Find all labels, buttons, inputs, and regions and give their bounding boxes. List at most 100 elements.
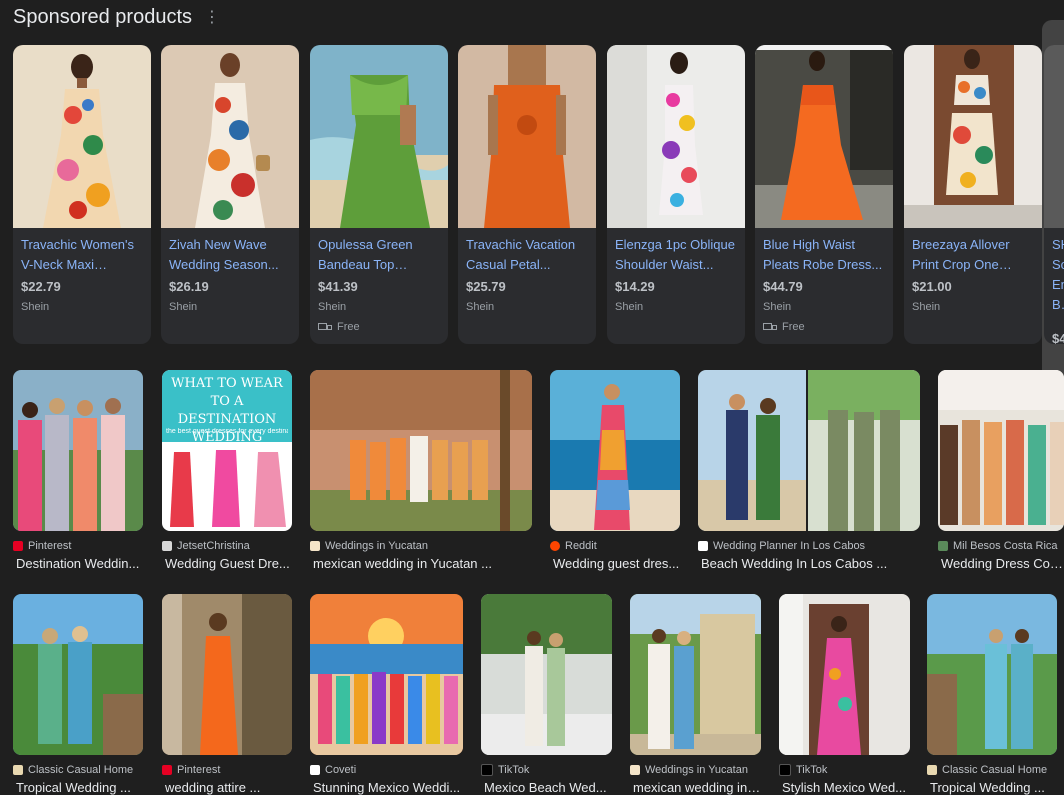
product-card[interactable]: Blue High Waist Pleats Robe Dress... $44… bbox=[755, 45, 893, 344]
result-caption[interactable]: Tropical Wedding ... bbox=[930, 780, 1057, 795]
truck-icon bbox=[763, 322, 777, 332]
product-title[interactable]: Opulessa Green Bandeau Top Fishtai... bbox=[318, 235, 444, 275]
site-icon bbox=[162, 541, 172, 551]
product-title[interactable]: SH So Em Ba Dre bbox=[1052, 235, 1064, 315]
product-title[interactable]: Elenzga 1pc Oblique Shoulder Waist... bbox=[615, 235, 741, 275]
shipping-label: Free bbox=[782, 321, 805, 333]
result-source[interactable]: Wedding Planner In Los Cabos bbox=[698, 540, 865, 552]
result-caption[interactable]: mexican wedding in Yucatan ... bbox=[313, 556, 532, 571]
result-image[interactable] bbox=[162, 594, 292, 755]
product-store: Shein bbox=[466, 301, 495, 313]
source-name: Weddings in Yucatan bbox=[325, 540, 428, 552]
product-price: $22.79 bbox=[21, 279, 61, 294]
product-image[interactable] bbox=[310, 45, 448, 228]
product-price: $25.79 bbox=[466, 279, 506, 294]
result-image[interactable] bbox=[698, 370, 920, 531]
product-price: $14.29 bbox=[615, 279, 655, 294]
kebab-menu-icon[interactable]: ⋮ bbox=[204, 9, 220, 26]
result-source[interactable]: TikTok bbox=[481, 764, 529, 776]
result-image[interactable] bbox=[938, 370, 1064, 531]
result-image[interactable] bbox=[927, 594, 1057, 755]
reddit-icon bbox=[550, 541, 560, 551]
result-source[interactable]: Reddit bbox=[550, 540, 597, 552]
tiktok-icon bbox=[779, 764, 791, 776]
product-price: $4 bbox=[1052, 331, 1064, 344]
tiktok-icon bbox=[481, 764, 493, 776]
product-card[interactable]: Breezaya Allover Print Crop One Shoulder… bbox=[904, 45, 1042, 344]
section-title: Sponsored products bbox=[13, 6, 193, 28]
site-icon bbox=[938, 541, 948, 551]
result-caption[interactable]: Tropical Wedding ... bbox=[16, 780, 143, 795]
source-name: Coveti bbox=[325, 764, 357, 776]
result-caption[interactable]: Wedding guest dres... bbox=[553, 556, 680, 571]
product-image[interactable] bbox=[1044, 45, 1064, 228]
pinterest-icon bbox=[13, 541, 23, 551]
result-image[interactable]: WHAT TO WEAR TO A DESTINATION WEDDING th… bbox=[162, 370, 292, 531]
product-card[interactable]: Elenzga 1pc Oblique Shoulder Waist... $1… bbox=[607, 45, 745, 344]
result-caption[interactable]: Mexico Beach Wed... bbox=[484, 780, 612, 795]
product-image[interactable] bbox=[13, 45, 151, 228]
product-price: $44.79 bbox=[763, 279, 803, 294]
product-price: $26.19 bbox=[169, 279, 209, 294]
site-icon bbox=[310, 765, 320, 775]
result-source[interactable]: Classic Casual Home bbox=[927, 764, 1047, 776]
result-image[interactable] bbox=[630, 594, 761, 755]
source-name: Pinterest bbox=[28, 540, 72, 552]
result-source[interactable]: Pinterest bbox=[162, 764, 220, 776]
result-source[interactable]: TikTok bbox=[779, 764, 827, 776]
source-name: Classic Casual Home bbox=[28, 764, 134, 776]
site-icon bbox=[698, 541, 708, 551]
product-card[interactable]: Zivah New Wave Wedding Season... $26.19 … bbox=[161, 45, 299, 344]
source-name: JetsetChristina bbox=[177, 540, 250, 552]
result-image[interactable] bbox=[310, 370, 532, 531]
section-header: Sponsored products ⋮ bbox=[13, 6, 220, 29]
shipping-label: Free bbox=[337, 321, 360, 333]
product-title[interactable]: Blue High Waist Pleats Robe Dress... bbox=[763, 235, 889, 275]
product-title[interactable]: Zivah New Wave Wedding Season... bbox=[169, 235, 295, 275]
result-image[interactable] bbox=[310, 594, 463, 755]
product-image[interactable] bbox=[904, 45, 1042, 228]
result-source[interactable]: Weddings in Yucatan bbox=[630, 764, 748, 776]
product-title[interactable]: Breezaya Allover Print Crop One Shoulder… bbox=[912, 235, 1038, 275]
site-icon bbox=[927, 765, 937, 775]
product-image[interactable] bbox=[755, 45, 893, 228]
result-caption[interactable]: Stunning Mexico Weddi... bbox=[313, 780, 463, 795]
result-image[interactable] bbox=[13, 370, 143, 531]
source-name: Classic Casual Home bbox=[942, 764, 1048, 776]
product-price: $41.39 bbox=[318, 279, 358, 294]
site-icon bbox=[13, 765, 23, 775]
result-source[interactable]: Classic Casual Home bbox=[13, 764, 133, 776]
result-caption[interactable]: Stylish Mexico Wed... bbox=[782, 780, 910, 795]
result-image[interactable] bbox=[550, 370, 680, 531]
product-title[interactable]: Travachic Vacation Casual Petal... bbox=[466, 235, 592, 275]
product-card[interactable]: Travachic Vacation Casual Petal... $25.7… bbox=[458, 45, 596, 344]
result-source[interactable]: Pinterest bbox=[13, 540, 71, 552]
product-store: Shein bbox=[169, 301, 198, 313]
product-image[interactable] bbox=[458, 45, 596, 228]
result-caption[interactable]: Wedding Dress Code bbox=[941, 556, 1064, 571]
source-name: Weddings in Yucatan bbox=[645, 764, 748, 776]
product-card[interactable]: Travachic Women's V-Neck Maxi Woven... $… bbox=[13, 45, 151, 344]
product-image[interactable] bbox=[607, 45, 745, 228]
result-caption[interactable]: Beach Wedding In Los Cabos ... bbox=[701, 556, 920, 571]
overlay-title: WHAT TO WEAR TO A DESTINATION WEDDING bbox=[171, 376, 283, 445]
result-image[interactable] bbox=[481, 594, 612, 755]
result-image[interactable] bbox=[13, 594, 143, 755]
result-source[interactable]: Mil Besos Costa Rica bbox=[938, 540, 1058, 552]
truck-icon bbox=[318, 322, 332, 332]
product-image[interactable] bbox=[161, 45, 299, 228]
result-caption[interactable]: Wedding Guest Dre... bbox=[165, 556, 292, 571]
result-source[interactable]: Weddings in Yucatan bbox=[310, 540, 428, 552]
result-image[interactable] bbox=[779, 594, 910, 755]
product-card-partial[interactable]: SH So Em Ba Dre $4 bbox=[1044, 45, 1064, 344]
product-store: Shein bbox=[318, 301, 347, 313]
result-source[interactable]: Coveti bbox=[310, 764, 356, 776]
result-source[interactable]: JetsetChristina bbox=[162, 540, 250, 552]
result-caption[interactable]: mexican wedding in ... bbox=[633, 780, 761, 795]
result-caption[interactable]: wedding attire ... bbox=[165, 780, 292, 795]
site-icon bbox=[630, 765, 640, 775]
sponsored-products-carousel: Travachic Women's V-Neck Maxi Woven... $… bbox=[13, 45, 1064, 345]
product-title[interactable]: Travachic Women's V-Neck Maxi Woven... bbox=[21, 235, 147, 275]
product-card[interactable]: Opulessa Green Bandeau Top Fishtai... $4… bbox=[310, 45, 448, 344]
result-caption[interactable]: Destination Weddin... bbox=[16, 556, 143, 571]
